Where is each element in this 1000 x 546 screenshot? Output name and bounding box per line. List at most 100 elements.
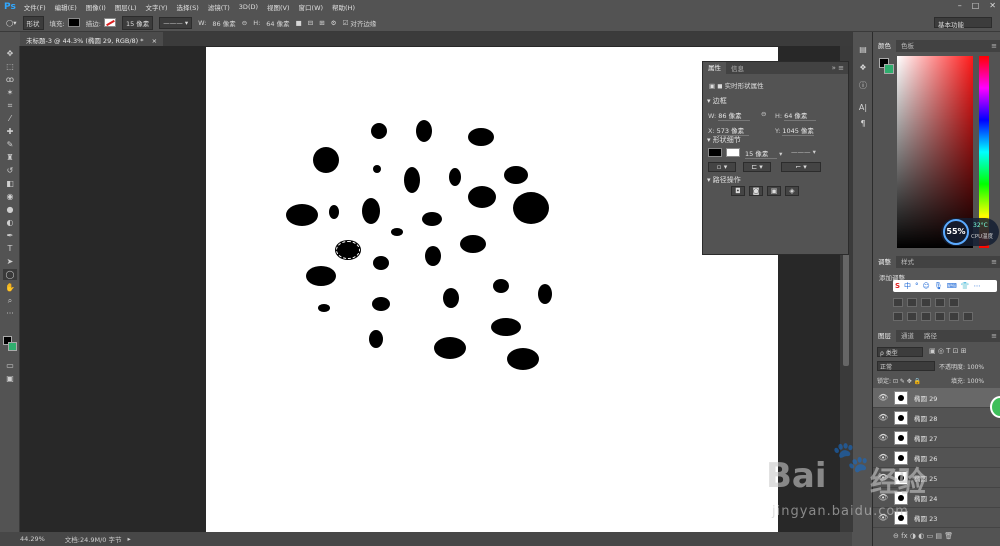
menu-layer[interactable]: 图层(L) (115, 2, 137, 12)
brush-tool-icon[interactable]: ✎ (3, 139, 17, 150)
layer-row[interactable]: 👁 椭圆 29 (873, 388, 1000, 408)
healing-brush-icon[interactable]: ✚ (3, 126, 17, 137)
shape-stroke-swatch[interactable] (726, 148, 740, 157)
shape-stroke-width[interactable]: 15 像素 ▾ (743, 148, 782, 159)
ellipse-tool-icon[interactable]: ◯ (3, 269, 17, 280)
screen-mode-icon[interactable]: ▣ (3, 373, 17, 384)
menu-window[interactable]: 窗口(W) (299, 2, 324, 12)
stroke-align-select[interactable]: ▫ ▾ (708, 162, 736, 172)
panel-menu-icon[interactable]: » ≡ (832, 64, 844, 72)
magic-wand-icon[interactable]: ✶ (3, 87, 17, 98)
channel-mixer-icon[interactable] (949, 312, 959, 321)
panel-background-swatch[interactable] (884, 64, 894, 74)
subtract-shape-icon[interactable]: ◙ (749, 186, 763, 196)
tab-paths[interactable]: 路径 (919, 330, 942, 342)
clone-stamp-icon[interactable]: ♜ (3, 152, 17, 163)
menu-file[interactable]: 文件(F) (24, 2, 46, 12)
blend-mode-select[interactable]: 正常 (877, 361, 935, 371)
type-tool-icon[interactable]: T (3, 243, 17, 254)
path-arrangement-icon[interactable]: ⊞ (319, 19, 324, 27)
hue-saturation-icon[interactable] (893, 312, 903, 321)
paragraph-panel-icon[interactable]: ¶ (857, 118, 869, 130)
close-tab-icon[interactable]: × (152, 37, 157, 45)
shape-width-field[interactable]: W: 86 像素 (708, 110, 751, 121)
ime-chinese-toggle[interactable]: 中 (904, 281, 911, 291)
shape-stroke-type[interactable]: ——— ▾ (791, 148, 816, 156)
path-operations-icon[interactable]: ■ (296, 19, 302, 27)
lock-options[interactable]: 锁定: ⊡ ✎ ✥ 🔒 (877, 376, 921, 385)
stroke-width-input[interactable]: 15 像素 (121, 15, 154, 30)
menu-edit[interactable]: 编辑(E) (55, 2, 77, 12)
gear-icon[interactable]: ⚙ (331, 19, 337, 27)
document-info[interactable]: 文档:24.9M/0 字节 (65, 534, 122, 544)
zoom-level[interactable]: 44.29% (20, 535, 45, 543)
move-tool-icon[interactable]: ✥ (3, 48, 17, 59)
curves-adjust-icon[interactable] (921, 298, 931, 307)
vertical-scroll-thumb[interactable] (843, 246, 849, 366)
brightness-adjust-icon[interactable] (893, 298, 903, 307)
status-menu-icon[interactable]: ▸ (127, 535, 130, 543)
intersect-shape-icon[interactable]: ▣ (767, 186, 781, 196)
document-canvas[interactable] (206, 47, 778, 533)
link-dimensions-icon[interactable]: ⊖ (761, 110, 766, 118)
hand-tool-icon[interactable]: ✋ (3, 282, 17, 293)
info-panel-icon[interactable]: ⓘ (857, 80, 869, 92)
lasso-tool-icon[interactable]: ꝏ (3, 74, 17, 85)
tool-mode-select[interactable]: 形状 (22, 15, 44, 30)
path-select-icon[interactable]: ➤ (3, 256, 17, 267)
tab-info[interactable]: 信息 (726, 63, 749, 73)
ime-toolbar[interactable]: S 中 ° ☺ 🎙 ⌨ 👕 ⋯ (893, 280, 997, 292)
ime-keyboard-icon[interactable]: ⌨ (947, 282, 957, 290)
shape-y-field[interactable]: Y: 1045 像素 (775, 125, 815, 136)
ime-punct-toggle[interactable]: ° (915, 282, 919, 290)
layer-kind-filter[interactable]: ρ 类型 (877, 347, 923, 357)
shape-fill-swatch[interactable] (708, 148, 722, 157)
stroke-swatch[interactable] (103, 18, 116, 27)
history-panel-icon[interactable]: ▤ (857, 44, 869, 56)
brush-settings-icon[interactable]: ❖ (857, 62, 869, 74)
photo-filter-icon[interactable] (935, 312, 945, 321)
black-white-icon[interactable] (921, 312, 931, 321)
tab-swatches[interactable]: 色板 (896, 40, 919, 52)
eraser-icon[interactable]: ◧ (3, 178, 17, 189)
path-alignment-icon[interactable]: ⊟ (308, 19, 313, 27)
stroke-corner-select[interactable]: ⌐ ▾ (781, 162, 821, 172)
color-panel-menu-icon[interactable]: ≡ (991, 42, 997, 50)
character-panel-icon[interactable]: A| (857, 102, 869, 114)
ime-skin-icon[interactable]: 👕 (961, 282, 970, 290)
stroke-cap-select[interactable]: ⊏ ▾ (743, 162, 771, 172)
fill-swatch[interactable] (67, 18, 80, 27)
h-input[interactable]: 64 像素 (266, 18, 289, 28)
align-edges-checkbox[interactable]: ☑ (343, 19, 349, 27)
close-icon[interactable]: ✕ (989, 1, 996, 10)
ime-emoji-icon[interactable]: ☺ (923, 282, 930, 290)
link-icon[interactable]: ⊖ (242, 19, 247, 27)
visibility-eye-icon[interactable]: 👁 (878, 393, 890, 402)
menu-filter[interactable]: 滤镜(T) (208, 2, 230, 12)
sogou-icon[interactable]: S (895, 282, 900, 290)
ime-mic-icon[interactable]: 🎙 (934, 282, 943, 290)
quick-mask-icon[interactable]: ▭ (3, 360, 17, 371)
layer-row[interactable]: 👁 椭圆 28 (873, 408, 1000, 428)
ime-tools-icon[interactable]: ⋯ (974, 282, 981, 290)
color-balance-icon[interactable] (907, 312, 917, 321)
pen-tool-icon[interactable]: ✒ (3, 230, 17, 241)
more-tools-icon[interactable]: ··· (3, 308, 17, 319)
adjust-panel-menu-icon[interactable]: ≡ (991, 258, 997, 266)
minimize-icon[interactable]: – (958, 1, 962, 10)
menu-type[interactable]: 文字(Y) (146, 2, 168, 12)
layers-panel-menu-icon[interactable]: ≡ (991, 332, 997, 340)
stroke-type-select[interactable]: ——— ▾ (159, 16, 193, 29)
levels-adjust-icon[interactable] (907, 298, 917, 307)
maximize-icon[interactable]: □ (972, 1, 980, 10)
combine-shapes-icon[interactable]: ◘ (731, 186, 745, 196)
blur-tool-icon[interactable]: ● (3, 204, 17, 215)
tab-layers[interactable]: 图层 (873, 330, 896, 342)
menu-help[interactable]: 帮助(H) (332, 2, 355, 12)
eyedropper-icon[interactable]: ⁄ (3, 113, 17, 124)
tab-properties[interactable]: 属性 (703, 62, 726, 74)
tab-channels[interactable]: 通道 (896, 330, 919, 342)
opacity-field[interactable]: 不透明度: 100% (939, 362, 984, 371)
marquee-tool-icon[interactable]: ⬚ (3, 61, 17, 72)
shape-details-section-header[interactable]: ▾ 形状细节 (707, 135, 741, 145)
